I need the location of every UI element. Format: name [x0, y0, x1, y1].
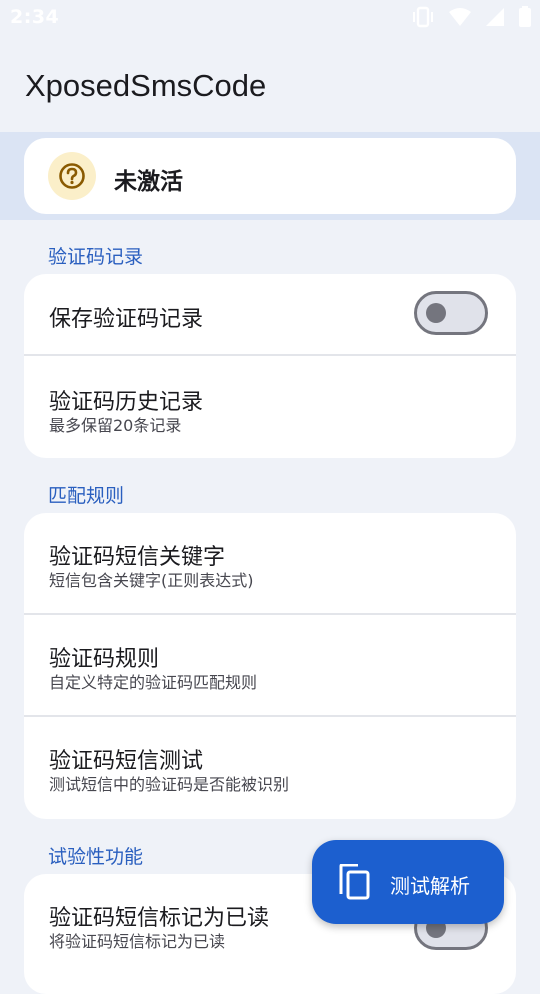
code-rules-subtitle: 自定义特定的验证码匹配规则 — [49, 673, 258, 692]
app-title: XposedSmsCode — [25, 68, 267, 103]
status-icon-container — [48, 152, 96, 200]
wifi-icon — [449, 8, 471, 26]
battery-icon — [519, 6, 531, 27]
status-bar: 2:34 — [0, 0, 540, 36]
section-header-experimental: 试验性功能 — [48, 846, 144, 868]
status-label: 未激活 — [114, 169, 183, 195]
vibrate-icon — [413, 6, 433, 28]
sms-keyword-subtitle: 短信包含关键字(正则表达式) — [49, 571, 254, 590]
question-circle-icon — [59, 163, 85, 189]
sms-test-subtitle: 测试短信中的验证码是否能被识别 — [49, 775, 290, 794]
rules-card: 验证码短信关键字 短信包含关键字(正则表达式) 验证码规则 自定义特定的验证码匹… — [24, 513, 516, 819]
history-records-subtitle: 最多保留20条记录 — [49, 416, 182, 435]
toggle-knob — [426, 303, 446, 323]
save-records-item[interactable]: 保存验证码记录 — [24, 274, 516, 354]
fab-label: 测试解析 — [390, 874, 470, 898]
save-records-toggle[interactable] — [414, 291, 488, 335]
code-rules-item[interactable]: 验证码规则 自定义特定的验证码匹配规则 — [24, 615, 516, 715]
signal-icon — [486, 8, 504, 26]
copy-icon — [339, 864, 370, 900]
sms-keyword-item[interactable]: 验证码短信关键字 短信包含关键字(正则表达式) — [24, 513, 516, 613]
save-records-title: 保存验证码记录 — [49, 307, 204, 332]
records-card: 保存验证码记录 验证码历史记录 最多保留20条记录 — [24, 274, 516, 458]
section-header-records: 验证码记录 — [48, 246, 144, 268]
history-records-item[interactable]: 验证码历史记录 最多保留20条记录 — [24, 356, 516, 458]
app-bar: XposedSmsCode — [0, 36, 540, 132]
sms-test-item[interactable]: 验证码短信测试 测试短信中的验证码是否能被识别 — [24, 717, 516, 819]
section-header-rules: 匹配规则 — [48, 485, 125, 507]
status-time: 2:34 — [10, 6, 60, 28]
status-icons — [410, 6, 532, 28]
mark-read-subtitle: 将验证码短信标记为已读 — [49, 932, 226, 951]
module-status-card[interactable]: 未激活 — [24, 138, 516, 214]
test-parse-fab[interactable]: 测试解析 — [312, 840, 504, 924]
